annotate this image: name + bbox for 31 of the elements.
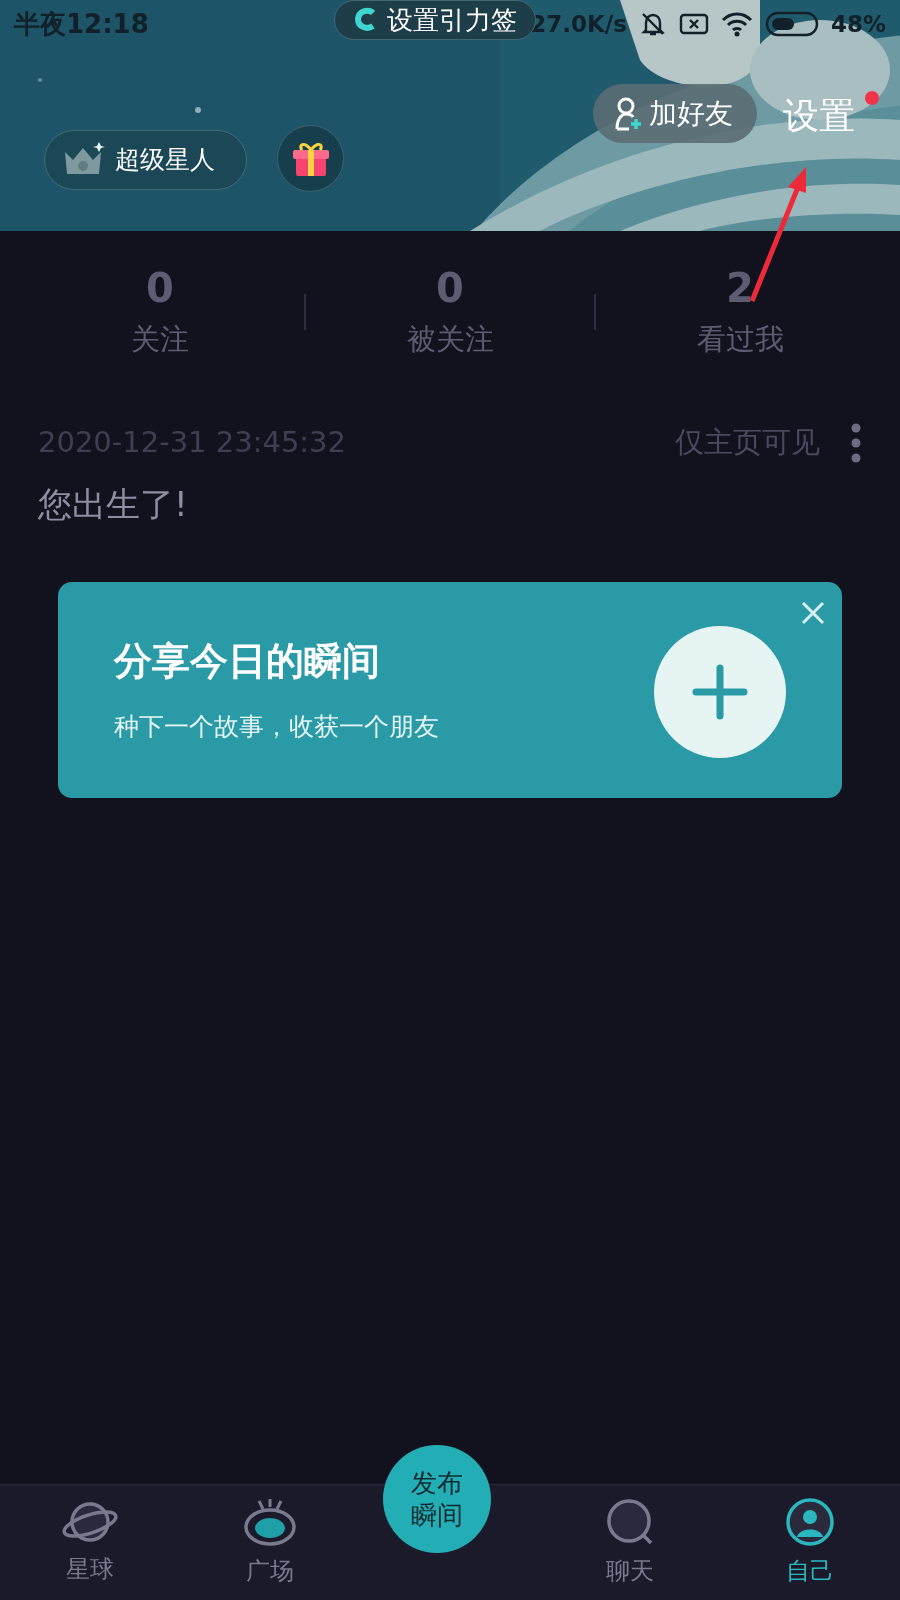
stat-count: 2 [726,264,754,314]
vip-badge[interactable]: 超级星人 [44,130,247,190]
battery-icon [764,11,819,37]
wifi-icon [720,11,753,37]
eye-icon [243,1496,297,1547]
stat-label[interactable]: 关注 [131,318,189,362]
close-icon[interactable] [800,599,826,626]
nav-tab[interactable]: 星球 [0,1485,180,1600]
nav-tab[interactable]: 聊天 [540,1485,720,1600]
card-subtitle: 种下一个故事，收获一个朋友 [114,711,439,744]
add-friend-button[interactable]: 加好友 [593,84,757,143]
stat-label[interactable]: 被关注 [406,318,494,362]
settings-link[interactable]: 设置 [783,92,855,140]
stat-label[interactable]: 看过我 [696,318,784,362]
avatar-icon [785,1496,835,1547]
status-time: 半夜12:18 [14,7,149,41]
card-title: 分享今日的瞬间 [114,638,381,686]
stat-count: 0 [146,264,174,314]
share-card[interactable]: 分享今日的瞬间 种下一个故事，收获一个朋友 [58,581,842,798]
more-icon[interactable] [850,422,862,463]
stat-count: 0 [436,264,464,314]
visibility-label: 仅主页可见 [675,424,820,461]
plus-icon [692,663,748,720]
sim-icon [678,12,709,36]
nav-tab[interactable]: 广场 [180,1485,360,1600]
gift-icon [291,140,330,177]
add-user-icon [613,96,643,131]
post-text: 您出生了! [38,482,189,526]
nav-tab[interactable]: 自己 [720,1485,900,1600]
publish-button[interactable]: 发布瞬间 [383,1445,491,1553]
battery-percent: 48% [830,9,886,39]
